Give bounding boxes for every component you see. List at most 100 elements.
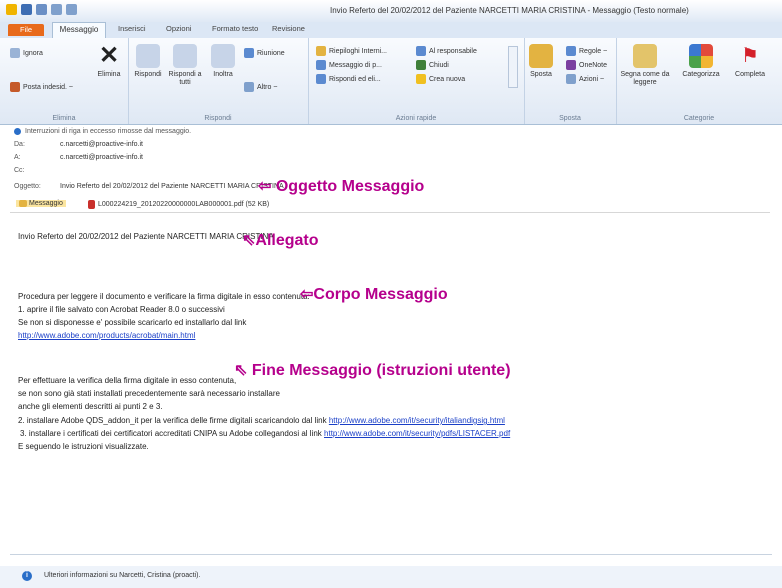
annotation-allegato: ⇖Allegato	[242, 232, 319, 249]
divider	[10, 554, 772, 555]
annotation-corpo: ⇦Corpo Messaggio	[300, 286, 448, 303]
sposta-button[interactable]: Sposta	[526, 44, 556, 79]
ignora-button[interactable]: Ignora	[10, 48, 43, 58]
link-listacer[interactable]: http://www.adobe.com/it/security/pdfs/LI…	[324, 429, 510, 438]
quick-access-toolbar	[6, 4, 77, 15]
lightning-icon	[416, 74, 426, 84]
group-label-sposta: Sposta	[559, 115, 581, 122]
delete-x-icon: ✕	[98, 42, 120, 69]
group-label-rispondi: Rispondi	[204, 115, 232, 122]
reply-all-icon	[173, 44, 197, 68]
info-icon	[14, 128, 21, 135]
tab-opzioni[interactable]: Opzioni	[166, 24, 191, 33]
tab-inserisci[interactable]: Inserisci	[118, 24, 146, 33]
link-italiandigsig[interactable]: http://www.adobe.com/it/security/italian…	[329, 416, 505, 425]
body-line-4: Se non si disponesse e' possibile scaric…	[18, 318, 247, 327]
cc-label: Cc:	[14, 167, 25, 174]
group-label-categorie: Categorie	[683, 115, 715, 122]
tab-formato-testo[interactable]: Formato testo	[212, 24, 258, 33]
save-icon[interactable]	[21, 4, 32, 15]
rispondi-button[interactable]: Rispondi	[132, 44, 164, 79]
annotation-oggetto: ⇦ Oggetto Messaggio	[258, 178, 425, 195]
junk-icon	[10, 82, 20, 92]
azioni-button[interactable]: Azioni ~	[566, 74, 604, 84]
move-folder-icon	[529, 44, 553, 68]
people-pane-text: Ulteriori informazioni su Narcetti, Cris…	[44, 572, 201, 579]
attachments-bar: Messaggio L000224219_20120220000000LAB00…	[10, 198, 770, 213]
inoltra-button[interactable]: Inoltra	[208, 44, 238, 79]
message-icon	[316, 60, 326, 70]
al-responsabile-button[interactable]: Al responsabile	[416, 46, 477, 56]
tab-messaggio[interactable]: Messaggio	[52, 22, 106, 39]
body-line-2: Procedura per leggere il documento e ver…	[18, 292, 310, 301]
attachment-pdf[interactable]: L000224219_20120220000000LAB000001.pdf (…	[88, 200, 269, 209]
chiudi-button[interactable]: Chiudi	[416, 60, 449, 70]
tab-revisione[interactable]: Revisione	[272, 24, 305, 33]
subject-value: Invio Referto del 20/02/2012 del Pazient…	[60, 183, 284, 190]
categorizza-button[interactable]: Categorizza	[676, 44, 726, 79]
quick-steps-scroll[interactable]	[508, 46, 518, 88]
mark-unread-icon	[633, 44, 657, 68]
crea-nuova-button[interactable]: Crea nuova	[416, 74, 465, 84]
body-line-1: Invio Referto del 20/02/2012 del Pazient…	[18, 232, 274, 241]
meeting-icon	[244, 48, 254, 58]
from-label: Da:	[14, 141, 25, 148]
elimina-button[interactable]: ✕ Elimina	[92, 44, 126, 79]
undo-icon[interactable]	[36, 4, 47, 15]
title-bar: Invio Referto del 20/02/2012 del Pazient…	[0, 0, 782, 23]
ignora-icon	[10, 48, 20, 58]
annotation-fine: ⇖ Fine Messaggio (istruzioni utente)	[234, 362, 511, 379]
arrow-down-icon[interactable]	[66, 4, 77, 15]
folder-icon	[316, 46, 326, 56]
body-line-3: 1. aprire il file salvato con Acrobat Re…	[18, 305, 225, 314]
info-circle-icon: i	[22, 571, 32, 581]
outlook-icon[interactable]	[6, 4, 17, 15]
group-rispondi: Rispondi Rispondi a tutti Inoltra Riunio…	[128, 38, 309, 124]
forward-icon	[211, 44, 235, 68]
rispondi-ed-elimina-button[interactable]: Rispondi ed eli...	[316, 74, 381, 84]
onenote-icon	[566, 60, 576, 70]
reply-icon	[136, 44, 160, 68]
riunione-button[interactable]: Riunione	[244, 48, 285, 58]
tab-file[interactable]: File	[8, 24, 44, 36]
body-line-9-text: 3. installare i certificati dei certific…	[20, 429, 322, 438]
segna-come-da-leggere-button[interactable]: Segna come da leggere	[618, 44, 672, 87]
ribbon: Ignora Posta indesid. ~ ✕ Elimina Elimin…	[0, 38, 782, 125]
messaggio-di-button[interactable]: Messaggio di p...	[316, 60, 382, 70]
group-categorie: Segna come da leggere Categorizza ⚑ Comp…	[616, 38, 782, 124]
reply-delete-icon	[316, 74, 326, 84]
completa-button[interactable]: ⚑ Completa	[728, 44, 772, 79]
to-label: A:	[14, 154, 21, 161]
altro-button[interactable]: Altro ~	[244, 82, 277, 92]
ribbon-tabs: File Messaggio Inserisci Opzioni Formato…	[0, 22, 782, 39]
pdf-icon	[88, 200, 95, 209]
group-azioni-rapide: Riepiloghi Interni... Messaggio di p... …	[308, 38, 525, 124]
rispondi-tutti-button[interactable]: Rispondi a tutti	[168, 44, 202, 87]
regole-button[interactable]: Regole ~	[566, 46, 607, 56]
forward-manager-icon	[416, 46, 426, 56]
body-line-8: 2. installare Adobe QDS_addon_it per la …	[18, 416, 505, 425]
to-value[interactable]: c.narcetti@proactive-info.it	[60, 154, 143, 161]
from-value[interactable]: c.narcetti@proactive-info.it	[60, 141, 143, 148]
subject-label: Oggetto:	[14, 183, 41, 190]
posta-indesiderata-button[interactable]: Posta indesid. ~	[10, 82, 73, 92]
body-line-7: anche gli elementi descritti ai punti 2 …	[18, 402, 163, 411]
more-icon	[244, 82, 254, 92]
actions-icon	[566, 74, 576, 84]
group-elimina: Ignora Posta indesid. ~ ✕ Elimina Elimin…	[0, 38, 129, 124]
categorize-icon	[689, 44, 713, 68]
flag-icon: ⚑	[741, 45, 759, 67]
arrow-up-icon[interactable]	[51, 4, 62, 15]
onenote-button[interactable]: OneNote	[566, 60, 607, 70]
riepiloghi-button[interactable]: Riepiloghi Interni...	[316, 46, 387, 56]
group-sposta: Sposta Regole ~ OneNote Azioni ~ Sposta	[524, 38, 617, 124]
info-bar[interactable]: Interruzioni di riga in eccesso rimosse …	[14, 128, 191, 135]
group-label-elimina: Elimina	[52, 115, 76, 122]
window-title: Invio Referto del 20/02/2012 del Pazient…	[330, 6, 689, 15]
envelope-icon	[19, 200, 27, 207]
attachment-message-tab[interactable]: Messaggio	[16, 200, 66, 207]
body-line-9: 3. installare i certificati dei certific…	[20, 429, 510, 438]
link-acrobat[interactable]: http://www.adobe.com/products/acrobat/ma…	[18, 331, 195, 340]
people-pane[interactable]: i Ulteriori informazioni su Narcetti, Cr…	[0, 566, 782, 588]
body-line-10: E seguendo le istruzioni visualizzate.	[18, 442, 149, 451]
